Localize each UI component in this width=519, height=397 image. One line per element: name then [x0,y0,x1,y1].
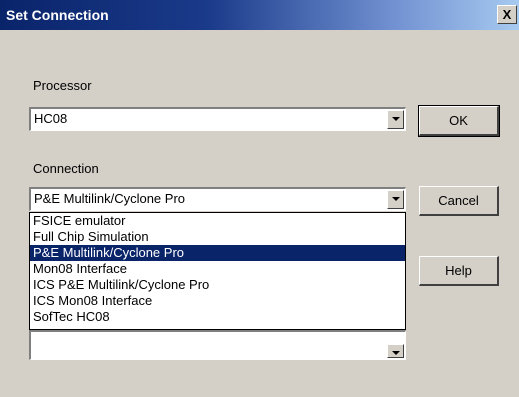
ok-button-label: OK [449,113,468,128]
connection-option[interactable]: SofTec HC08 [30,309,405,325]
connection-value: P&E Multilink/Cyclone Pro [34,191,185,206]
hidden-dropdown-arrow-icon[interactable] [387,344,404,358]
dialog-title: Set Connection [6,7,109,23]
cancel-button-label: Cancel [438,193,479,208]
connection-option[interactable]: ICS Mon08 Interface [30,293,405,309]
connection-label: Connection [33,161,99,176]
help-button-label: Help [445,263,472,278]
title-bar[interactable]: Set Connection X [0,0,519,30]
hidden-combobox[interactable] [29,330,406,360]
help-button[interactable]: Help [419,256,499,286]
close-button[interactable]: X [497,5,517,24]
connection-option[interactable]: P&E Multilink/Cyclone Pro [30,245,405,261]
ok-button[interactable]: OK [418,105,500,137]
connection-option[interactable]: Full Chip Simulation [30,229,405,245]
processor-combobox[interactable]: HC08 [29,107,406,131]
connection-option[interactable]: FSICE emulator [30,213,405,229]
cancel-button[interactable]: Cancel [419,186,499,216]
processor-label: Processor [33,78,92,93]
connection-dropdown-arrow-icon[interactable] [387,190,404,209]
set-connection-dialog: Set Connection X Processor HC08 Connecti… [0,0,519,397]
connection-option[interactable]: ICS P&E Multilink/Cyclone Pro [30,277,405,293]
connection-combobox[interactable]: P&E Multilink/Cyclone Pro [29,187,406,211]
processor-value: HC08 [34,111,68,126]
connection-dropdown-list[interactable]: FSICE emulator Full Chip Simulation P&E Mu… [29,212,406,330]
close-icon: X [502,7,512,22]
connection-option[interactable]: Mon08 Interface [30,261,405,277]
processor-dropdown-arrow-icon[interactable] [387,110,404,129]
